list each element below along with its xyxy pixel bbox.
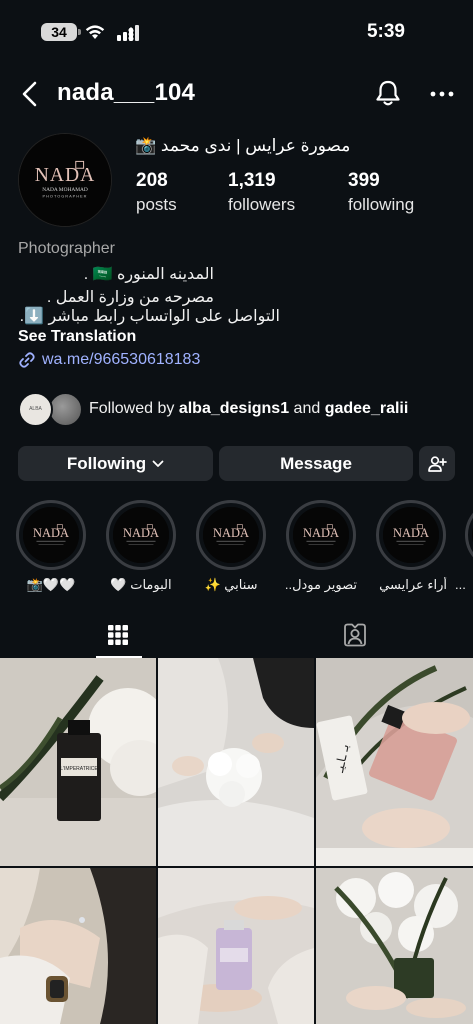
svg-text:NADA: NADA [213,526,249,540]
post-image [0,868,156,1024]
followed-by-user-1: alba_designs1 [178,400,290,417]
follower-avatar-gadee [48,392,83,427]
stat-posts-count: 208 [136,170,168,191]
grid-post[interactable] [158,658,314,866]
highlight-item[interactable]: NADA أراء عرايسي 🤍. [375,500,447,593]
suggest-users-button[interactable] [419,446,455,481]
highlight-label: أراء عرايسي 🤍. [375,577,447,592]
highlight-label: تصوير مودل... [285,577,357,592]
stat-followers-label: followers [228,195,296,214]
svg-text:NADA: NADA [303,526,339,540]
battery-nub [78,29,81,35]
grid-post[interactable] [0,868,156,1024]
highlight-cover: NADA [23,507,79,563]
grid-icon [108,625,128,645]
bio-line-1: المدينه المنوره 🇸🇦 . [83,266,214,283]
stat-posts[interactable]: 208 posts [136,170,177,215]
stat-followers-count: 1,319 [228,170,276,191]
add-user-icon [428,455,447,472]
more-options-icon[interactable] [428,84,456,104]
avatar-brand-text: NADA [35,165,95,186]
post-image: بـ ـاـيـ [316,658,473,866]
stat-following-count: 399 [348,170,380,191]
highlight-ring: NADA [196,500,266,570]
highlight-item[interactable]: NADA 🤍🤍📸 [15,500,87,593]
highlight-cover: NADA [113,507,169,563]
profile-tabs [0,612,473,658]
post-image [316,868,473,1024]
highlight-label: البومات 🤍 [110,577,172,592]
battery-indicator: 34 [41,23,77,41]
tab-tagged[interactable] [237,612,473,658]
highlight-cover: NADA [203,507,259,563]
post-image [158,868,314,1024]
post-image: L'IMPERATRICE [0,658,156,866]
profile-username: nada___104 [57,79,196,106]
followed-by-avatars[interactable]: ALBA [18,392,84,428]
follower-avatar-alba: ALBA [18,392,53,427]
status-time: 5:39 [366,21,405,42]
stat-following-label: following [348,195,415,214]
svg-text:NADA: NADA [33,526,69,540]
notification-bell-icon[interactable] [373,78,403,108]
bio-link-text: wa.me/966530618183 [42,351,201,368]
top-navigation: nada___104 [0,72,473,116]
chevron-down-icon [152,460,164,467]
highlight-item[interactable]: NADA البومات 🤍 [105,500,177,593]
highlight-label: سنابي ✨ [204,577,258,592]
link-icon [19,352,35,368]
back-chevron-icon[interactable] [18,80,44,108]
perfume-label-text: L'IMPERATRICE [60,766,98,772]
following-button-label: Following [66,453,147,473]
highlight-ring: NADA [286,500,356,570]
stat-following[interactable]: 399 following [348,170,414,215]
highlight-cover: NADA [293,507,349,563]
post-image [158,658,314,866]
story-highlights: NADA 🤍🤍📸 NADA البومات 🤍 NADA سنابي ✨ NAD… [0,500,473,600]
highlight-label: ... [455,577,466,592]
followed-by-connector: and [289,400,325,417]
followed-by-user-2: gadee_ralii [324,400,409,417]
see-translation-link[interactable]: See Translation [18,328,136,346]
message-button[interactable]: Message [219,446,413,481]
grid-post[interactable]: L'IMPERATRICE [0,658,156,866]
highlight-item-partial[interactable]: ... [455,500,473,592]
bio-line-3: التواصل على الواتساب رابط مباشر ⬇️. [19,308,280,325]
highlight-ring: NADA [16,500,86,570]
grid-post[interactable] [316,868,473,1024]
cellular-signal-icon [117,25,139,41]
wifi-icon [85,25,105,39]
highlight-item[interactable]: NADA تصوير مودل... [285,500,357,593]
highlight-ring [465,500,473,570]
avatar-role-text: PHOTOGRAPHER [43,194,88,199]
grid-post[interactable]: بـ ـاـيـ [316,658,473,866]
profile-full-name: مصورة عرايس | ندى محمد 📸 [135,136,351,155]
highlight-label: 🤍🤍📸 [26,577,76,592]
svg-text:NADA: NADA [393,526,429,540]
bio-category: Photographer [18,240,115,257]
highlight-cover: NADA [383,507,439,563]
highlight-ring: NADA [376,500,446,570]
followed-by-text[interactable]: Followed by alba_designs1 and gadee_rali… [89,400,408,418]
status-bar: 34 5:39 [0,0,473,62]
followed-by-prefix: Followed by [89,400,179,417]
highlight-ring: NADA [106,500,176,570]
stat-followers[interactable]: 1,319 followers [228,170,295,215]
message-button-label: Message [280,453,352,473]
bio-line-2: مصرحه من وزارة العمل . [46,289,214,306]
following-button[interactable]: Following [18,446,213,481]
avatar-name-text: NADA MOHAMAD [42,187,88,193]
svg-text:NADA: NADA [123,526,159,540]
stat-posts-label: posts [136,195,177,214]
tagged-person-icon [344,623,366,647]
grid-post[interactable] [158,868,314,1024]
profile-avatar[interactable]: NADA NADA MOHAMAD PHOTOGRAPHER [18,133,112,227]
tab-posts-grid[interactable] [0,612,236,658]
avatar-logo: NADA NADA MOHAMAD PHOTOGRAPHER [19,134,111,226]
highlight-item[interactable]: NADA سنابي ✨ [195,500,267,593]
posts-grid: L'IMPERATRICE بـ ـاـيـ [0,658,473,1024]
bio-external-link[interactable]: wa.me/966530618183 [18,351,200,369]
